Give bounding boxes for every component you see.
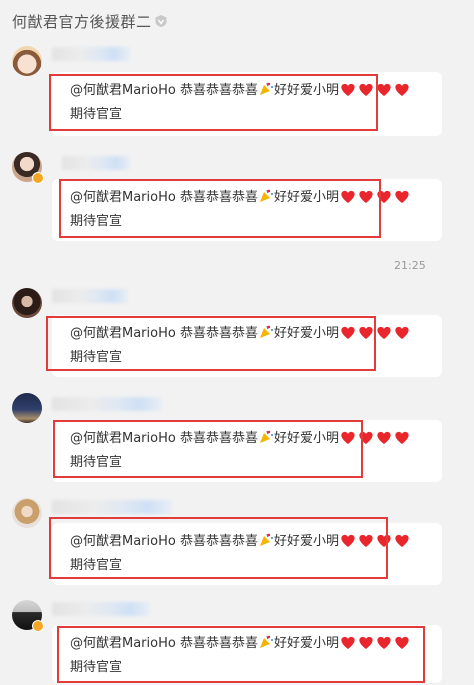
message-text: 好好爱小明 [273, 190, 339, 205]
avatar[interactable] [12, 393, 44, 425]
message-bubble[interactable]: @何猷君MarioHo 恭喜恭喜恭喜 好好爱小明 期待官宣 [52, 420, 442, 482]
heart-icons [339, 324, 411, 347]
message-text-line2: 期待官宣 [70, 455, 123, 470]
sender-name-blurred [52, 397, 162, 411]
avatar[interactable] [12, 152, 44, 184]
heart-icons [339, 634, 411, 657]
party-popper-icon [258, 188, 274, 211]
timestamp: 21:25 [394, 259, 426, 272]
mention-link[interactable]: @何猷君MarioHo [70, 83, 176, 98]
message-text-line2: 期待官宣 [70, 214, 123, 229]
message-text: 好好爱小明 [273, 431, 339, 446]
message-text: 恭喜恭喜恭喜 [179, 431, 258, 446]
message-bubble[interactable]: @何猷君MarioHo 恭喜恭喜恭喜 好好爱小明 期待官宣 [52, 179, 442, 241]
group-title[interactable]: 何猷君官方後援群二 [12, 11, 152, 32]
message-text-line2: 期待官宣 [70, 660, 123, 675]
message-text: 好好爱小明 [273, 636, 339, 651]
message-text: 恭喜恭喜恭喜 [179, 83, 258, 98]
heart-icons [339, 81, 411, 104]
message-text-line2: 期待官宣 [70, 558, 123, 573]
message-text-line2: 期待官宣 [70, 107, 123, 122]
mention-link[interactable]: @何猷君MarioHo [70, 431, 176, 446]
message-text: 好好爱小明 [273, 83, 339, 98]
message-text: 好好爱小明 [273, 534, 339, 549]
message-bubble[interactable]: @何猷君MarioHo 恭喜恭喜恭喜 好好爱小明 期待官宣 [52, 625, 442, 683]
sender-name-blurred [62, 156, 130, 170]
party-popper-icon [258, 81, 274, 104]
mention-link[interactable]: @何猷君MarioHo [70, 326, 176, 341]
party-popper-icon [258, 429, 274, 452]
message-bubble[interactable]: @何猷君MarioHo 恭喜恭喜恭喜 好好爱小明 期待官宣 [52, 72, 442, 136]
mention-link[interactable]: @何猷君MarioHo [70, 534, 176, 549]
sender-name-blurred [52, 500, 172, 514]
message-bubble[interactable]: @何猷君MarioHo 恭喜恭喜恭喜 好好爱小明 期待官宣 [52, 523, 442, 585]
vip-badge-icon [32, 172, 44, 184]
sender-name-blurred [52, 47, 130, 61]
message-text: 恭喜恭喜恭喜 [179, 534, 258, 549]
sender-name-blurred [52, 602, 150, 616]
chat-header: 何猷君官方後援群二 [0, 0, 474, 42]
message-text: 恭喜恭喜恭喜 [179, 636, 258, 651]
party-popper-icon [258, 532, 274, 555]
avatar[interactable] [12, 288, 44, 320]
message-text: 好好爱小明 [273, 326, 339, 341]
party-popper-icon [258, 324, 274, 347]
verified-v-icon [154, 14, 168, 28]
message-text-line2: 期待官宣 [70, 350, 123, 365]
heart-icons [339, 532, 411, 555]
heart-icons [339, 429, 411, 452]
mention-link[interactable]: @何猷君MarioHo [70, 190, 176, 205]
vip-badge-icon [32, 620, 44, 632]
sender-name-blurred [52, 289, 128, 303]
party-popper-icon [258, 634, 274, 657]
heart-icons [339, 188, 411, 211]
message-text: 恭喜恭喜恭喜 [179, 190, 258, 205]
message-bubble[interactable]: @何猷君MarioHo 恭喜恭喜恭喜 好好爱小明 期待官宣 [52, 315, 442, 377]
mention-link[interactable]: @何猷君MarioHo [70, 636, 176, 651]
avatar[interactable] [12, 600, 44, 632]
avatar[interactable] [12, 46, 44, 78]
avatar[interactable] [12, 498, 44, 530]
message-text: 恭喜恭喜恭喜 [179, 326, 258, 341]
